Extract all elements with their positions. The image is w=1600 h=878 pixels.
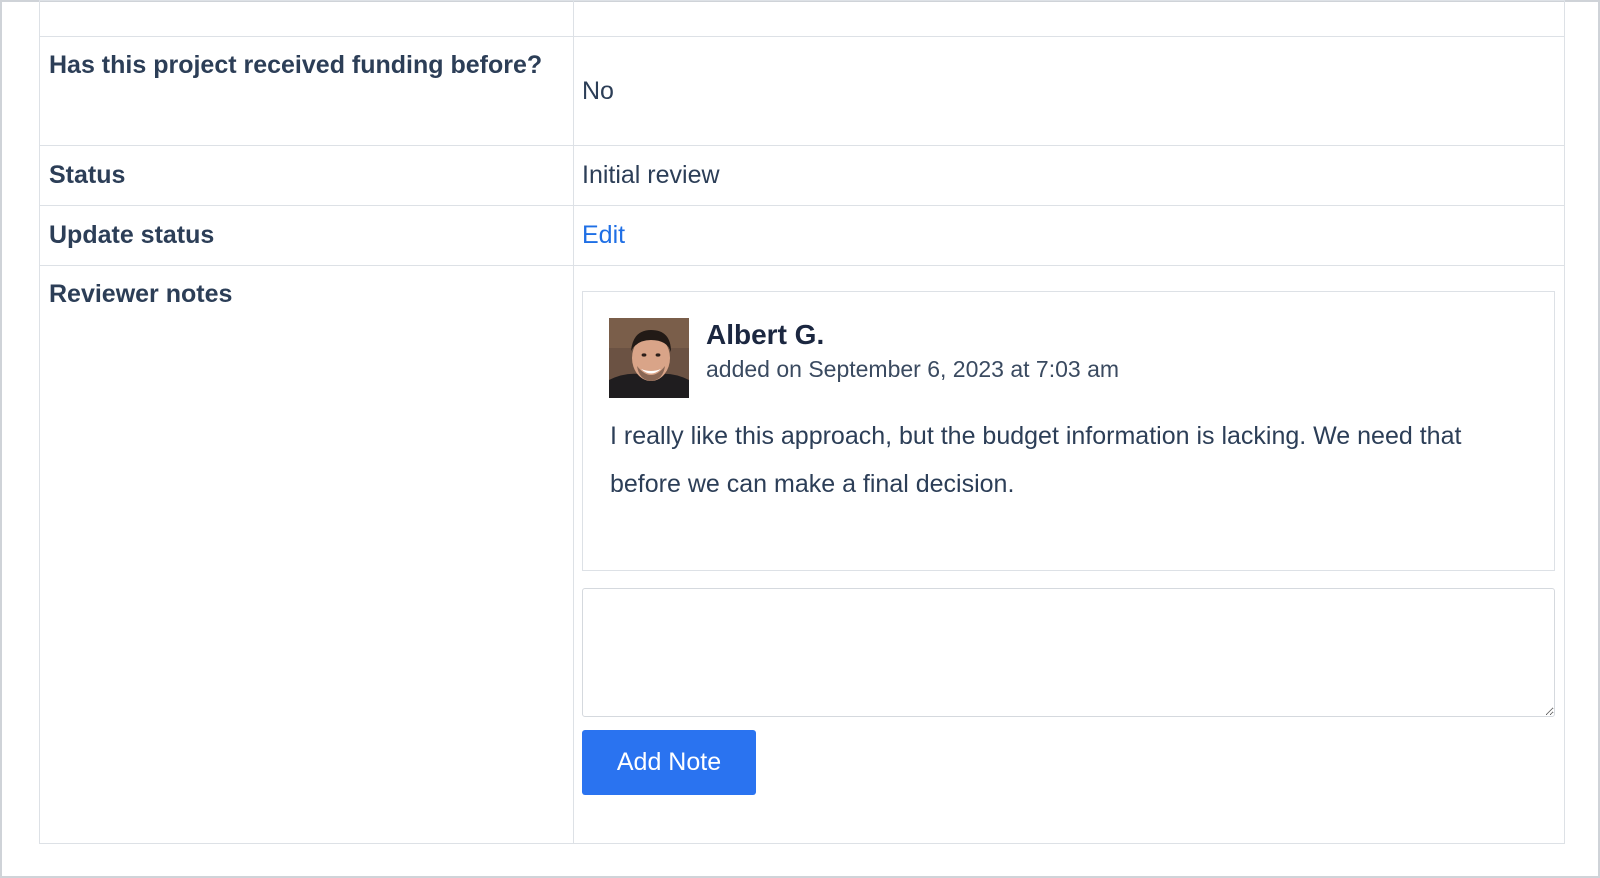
update-status-label: Update status xyxy=(39,205,574,266)
reviewer-notes-cell: Albert G. added on September 6, 2023 at … xyxy=(573,265,1565,844)
status-label: Status xyxy=(39,145,574,206)
table-row-status: Status Initial review xyxy=(39,145,1565,206)
edit-status-link[interactable]: Edit xyxy=(582,221,625,249)
add-note-button[interactable]: Add Note xyxy=(582,730,756,795)
funding-value: No xyxy=(573,36,1565,146)
table-row-reviewer-notes: Reviewer notes Albert G. added on Septem… xyxy=(39,265,1565,844)
note-input[interactable] xyxy=(582,588,1555,717)
funding-label: Has this project received funding before… xyxy=(39,36,574,146)
note-body: I really like this approach, but the bud… xyxy=(610,422,1462,498)
entry-details-table: Has this project received funding before… xyxy=(39,0,1565,844)
page-frame: Has this project received funding before… xyxy=(0,0,1600,878)
note-author: Albert G. xyxy=(706,319,825,350)
avatar xyxy=(609,318,689,398)
update-status-cell: Edit xyxy=(573,205,1565,266)
status-value: Initial review xyxy=(573,145,1565,206)
table-cell-empty xyxy=(39,0,574,37)
note-timestamp: added on September 6, 2023 at 7:03 am xyxy=(706,356,1120,382)
avatar-photo-icon xyxy=(609,318,689,398)
table-row-funding: Has this project received funding before… xyxy=(39,36,1565,146)
table-row-update-status: Update status Edit xyxy=(39,205,1565,266)
table-cell-empty xyxy=(573,0,1565,37)
note-card: Albert G. added on September 6, 2023 at … xyxy=(582,291,1555,571)
reviewer-notes-label: Reviewer notes xyxy=(39,265,574,844)
table-row xyxy=(39,0,1565,37)
